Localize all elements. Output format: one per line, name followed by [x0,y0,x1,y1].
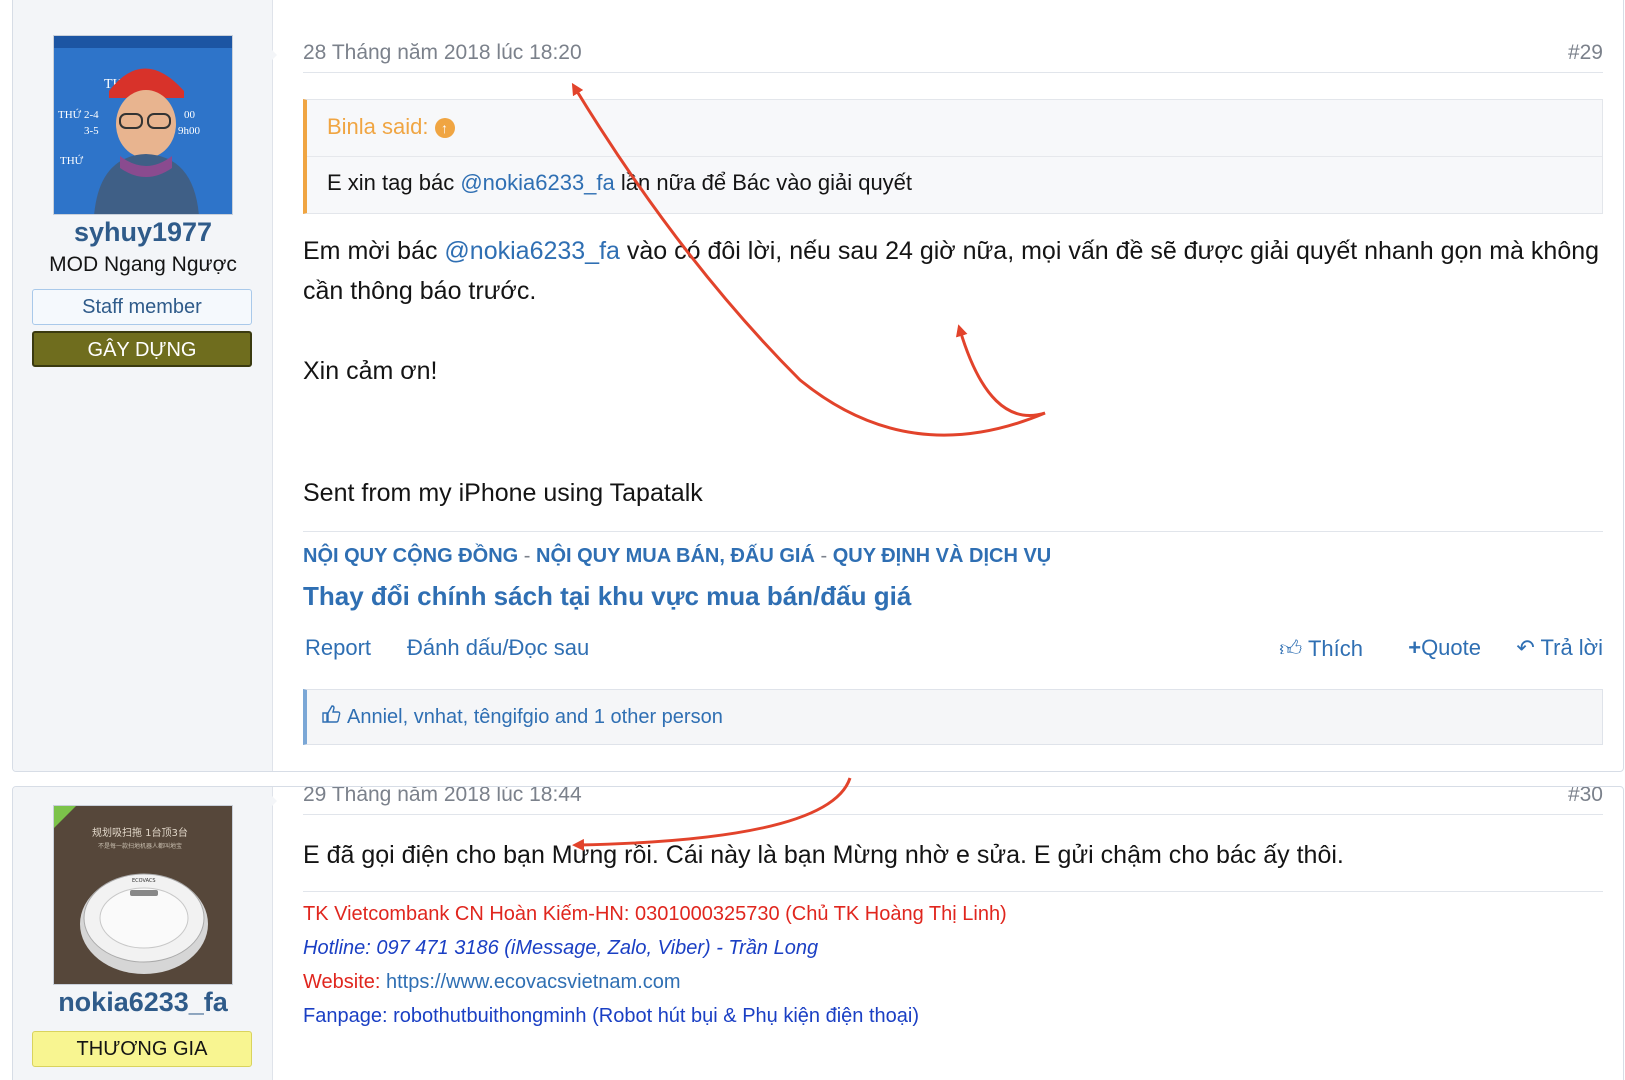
likes-text[interactable]: Anniel, vnhat, têngifgio and 1 other per… [347,706,723,729]
quote-author[interactable]: Binla said: ↑ [327,114,455,140]
rule-link[interactable]: NỘI QUY CỘNG ĐỒNG [303,545,518,567]
user-arrow [263,787,277,815]
user-info-panel: 规划吸扫拖 1台顶3台 不是每一款扫地机器人都叫地宝 ECOVACS nokia… [13,787,273,1080]
rules-links: NỘI QUY CỘNG ĐỒNG - NỘI QUY MUA BÁN, ĐẤU… [303,545,1052,567]
group-badge: GÂY DỰNG [32,331,252,367]
signature-website: Website: https://www.ecovacsvietnam.com [303,971,681,993]
signature-bank: TK Vietcombank CN Hoàn Kiếm-HN: 03010003… [303,903,1007,925]
svg-text:THỨ: THỨ [60,155,84,167]
svg-text:ECOVACS: ECOVACS [132,878,156,884]
username[interactable]: nokia6233_fa [13,987,273,1018]
signature-divider [303,891,1603,892]
quote-divider [307,156,1602,157]
post-message: Em mời bác @nokia6233_fa vào có đôi lời,… [303,237,1600,305]
likes-summary: Anniel, vnhat, têngifgio and 1 other per… [303,689,1603,745]
thumbs-up-icon: 👍︎ [1279,636,1303,661]
group-badge: THƯƠNG GIA [32,1031,252,1067]
post-meta: 28 Tháng năm 2018 lúc 18:20 #29 [303,33,1603,73]
signature-hotline: Hotline: 097 471 3186 (iMessage, Zalo, V… [303,937,819,959]
plus-icon: + [1408,635,1422,660]
avatar[interactable]: TH THỨ 2-4 3-5 00 9h00 THỨ [53,35,233,215]
like-button[interactable]: 👍︎ Thích [1279,635,1363,662]
user-arrow [263,41,277,69]
post-number[interactable]: #29 [1568,41,1603,65]
svg-text:规划吸扫拖 1台顶3台: 规划吸扫拖 1台顶3台 [92,826,188,839]
mention-link[interactable]: @nokia6233_fa [444,237,620,265]
bookmark-link[interactable]: Đánh dấu/Đọc sau [407,635,589,661]
arrow-up-icon[interactable]: ↑ [434,118,455,139]
svg-text:3-5: 3-5 [84,125,99,137]
post-number[interactable]: #30 [1568,787,1603,807]
signature-fanpage[interactable]: Fanpage: robothutbuithongminh (Robot hút… [303,1005,919,1028]
svg-text:00: 00 [184,109,196,121]
rule-link[interactable]: QUY ĐỊNH VÀ DỊCH VỤ [833,545,1052,567]
signature-divider [303,531,1603,532]
post-thanks: Xin cảm ơn! [303,357,438,385]
post-29: TH THỨ 2-4 3-5 00 9h00 THỨ syhuy1977 MOD… [12,0,1624,772]
user-title: MOD Ngang Ngược [49,253,237,276]
quote-text: E xin tag bác @nokia6233_fa lần nữa để B… [327,170,913,195]
svg-text:9h00: 9h00 [178,125,201,137]
post-date[interactable]: 28 Tháng năm 2018 lúc 18:20 [303,41,582,65]
rule-link[interactable]: NỘI QUY MUA BÁN, ĐẤU GIÁ [536,545,815,567]
quote-block: Binla said: ↑ E xin tag bác @nokia6233_fa… [303,99,1603,214]
svg-text:不是每一款扫地机器人都叫地宝: 不是每一款扫地机器人都叫地宝 [98,842,182,850]
post-sent-from: Sent from my iPhone using Tapatalk [303,479,703,507]
reply-button[interactable]: ↶ Trả lời [1516,635,1603,661]
staff-badge: Staff member [32,289,252,325]
report-link[interactable]: Report [305,635,371,661]
user-info-panel: TH THỨ 2-4 3-5 00 9h00 THỨ syhuy1977 MOD… [13,0,273,771]
post-date[interactable]: 29 Tháng năm 2018 lúc 18:44 [303,787,582,807]
reply-icon: ↶ [1516,635,1535,660]
post-30: 规划吸扫拖 1台顶3台 不是每一款扫地机器人都叫地宝 ECOVACS nokia… [12,786,1624,1080]
username[interactable]: syhuy1977 [13,217,273,248]
post-meta: 29 Tháng năm 2018 lúc 18:44 #30 [303,787,1603,815]
post-message: E đã gọi điện cho bạn Mừng rồi. Cái này … [303,841,1344,869]
thumbs-up-icon [321,704,341,730]
avatar[interactable]: 规划吸扫拖 1台顶3台 不是每一款扫地机器人都叫地宝 ECOVACS [53,805,233,985]
mention-link[interactable]: @nokia6233_fa [460,170,614,195]
svg-text:THỨ 2-4: THỨ 2-4 [58,109,99,121]
website-link[interactable]: https://www.ecovacsvietnam.com [386,971,681,993]
policy-link[interactable]: Thay đổi chính sách tại khu vực mua bán/… [303,581,911,612]
quote-button[interactable]: +Quote [1408,635,1481,661]
